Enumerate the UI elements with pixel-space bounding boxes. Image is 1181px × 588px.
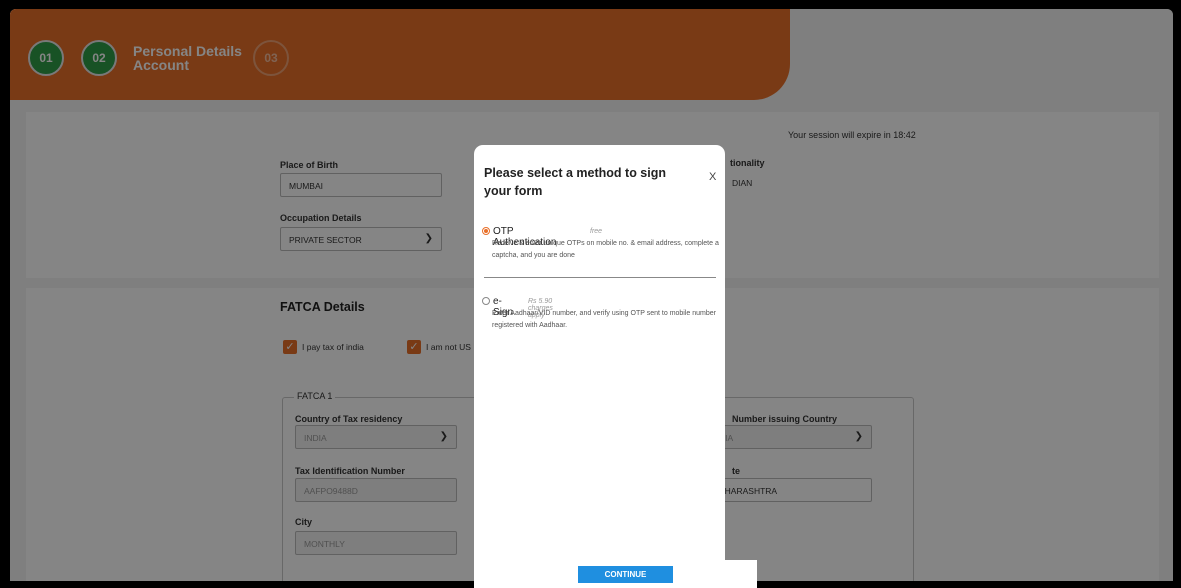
modal-title: Please select a method to sign your form [484,166,667,198]
otp-tag: free [590,228,603,235]
option-divider [484,277,716,278]
continue-button[interactable]: CONTINUE [578,566,673,583]
esign-radio[interactable] [482,297,490,305]
close-icon[interactable]: X [709,171,716,183]
otp-radio[interactable] [482,227,490,235]
esign-description: Enter Aadhaar/VID number, and verify usi… [492,310,716,329]
sign-method-modal: Please select a method to sign your form… [474,145,725,588]
otp-description: Receive & enter unique OTPs on mobile no… [492,240,719,259]
